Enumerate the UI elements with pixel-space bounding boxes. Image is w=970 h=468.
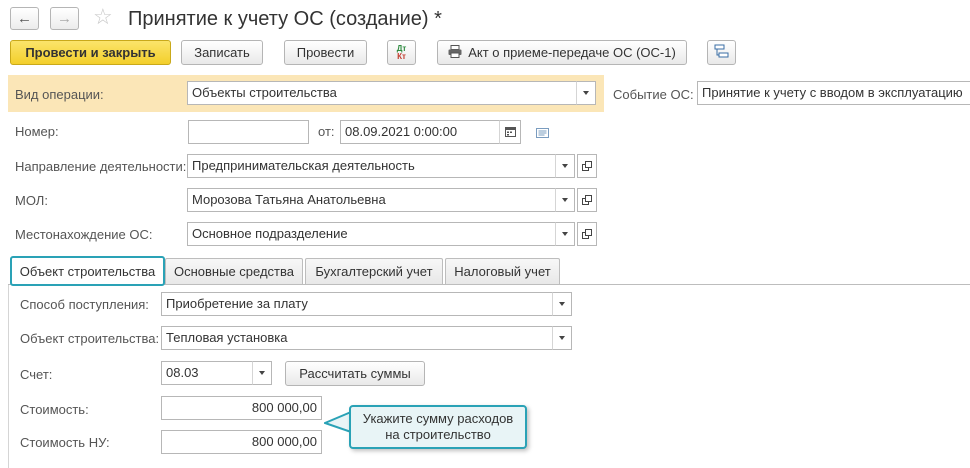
dt-kt-button[interactable]: Дт Кт [387,40,416,65]
cost-label: Стоимость: [20,402,89,417]
tab-construction-object[interactable]: Объект строительства [10,256,165,286]
act-os1-button[interactable]: Акт о приеме-передаче ОС (ОС-1) [437,40,687,65]
chevron-down-icon [259,371,265,375]
hint-line-1: Укажите сумму расходов [362,411,514,426]
location-open-button[interactable] [577,222,597,246]
mol-dropdown-button[interactable] [555,188,575,212]
construction-object-field[interactable]: Тепловая установка [161,326,553,350]
receipt-method-dropdown-button[interactable] [552,292,572,316]
cost-field[interactable]: 800 000,00 [161,396,322,420]
hint-line-2: на строительство [385,427,491,442]
location-dropdown-button[interactable] [555,222,575,246]
chevron-down-icon [562,232,568,236]
comment-icon[interactable] [536,126,549,141]
mol-label: МОЛ: [15,193,48,208]
direction-open-button[interactable] [577,154,597,178]
number-label: Номер: [15,124,59,139]
printer-icon [448,44,462,61]
receipt-method-field[interactable]: Приобретение за плату [161,292,553,316]
open-icon [582,227,592,242]
calendar-icon [504,125,516,140]
mol-field[interactable]: Морозова Татьяна Анатольевна [187,188,556,212]
page-title: Принятие к учету ОС (создание) * [128,8,442,30]
mol-open-button[interactable] [577,188,597,212]
back-button[interactable]: ← [10,7,39,30]
operation-field[interactable]: Объекты строительства [187,81,577,105]
open-icon [582,159,592,174]
chevron-down-icon [583,91,589,95]
account-label: Счет: [20,367,53,382]
direction-dropdown-button[interactable] [555,154,575,178]
save-button[interactable]: Записать [181,40,263,65]
account-field[interactable]: 08.03 [161,361,253,385]
calculate-sums-button[interactable]: Рассчитать суммы [285,361,425,386]
tab-fixed-assets[interactable]: Основные средства [165,258,303,284]
act-os1-label: Акт о приеме-передаче ОС (ОС-1) [468,45,676,60]
dt-kt-icon-bottom: Кт [397,51,406,61]
date-label: от: [318,124,335,139]
hierarchy-icon [714,44,729,61]
arrow-left-icon: ← [17,10,32,27]
location-label: Местонахождение ОС: [15,227,153,242]
calendar-button[interactable] [499,120,521,144]
construction-object-label: Объект строительства: [20,331,160,346]
post-and-close-button[interactable]: Провести и закрыть [10,40,171,65]
construction-object-dropdown-button[interactable] [552,326,572,350]
receipt-method-label: Способ поступления: [20,297,149,312]
post-button[interactable]: Провести [284,40,367,65]
chevron-down-icon [559,336,565,340]
chevron-down-icon [562,198,568,202]
direction-field[interactable]: Предпринимательская деятельность [187,154,556,178]
event-label: Событие ОС: [613,87,694,102]
number-field[interactable] [188,120,309,144]
account-dropdown-button[interactable] [252,361,272,385]
forward-button[interactable]: → [50,7,79,30]
chevron-down-icon [562,164,568,168]
arrow-right-icon: → [57,10,72,27]
date-field[interactable]: 08.09.2021 0:00:00 [340,120,500,144]
structure-button[interactable] [707,40,736,65]
chevron-down-icon [559,302,565,306]
tab-accounting[interactable]: Бухгалтерский учет [305,258,443,284]
open-icon [582,193,592,208]
favorite-star-icon[interactable]: ☆ [93,5,113,29]
cost-nu-field[interactable]: 800 000,00 [161,430,322,454]
tab-tax-accounting[interactable]: Налоговый учет [445,258,560,284]
hint-callout: Укажите сумму расходов на строительство [349,405,527,449]
cost-nu-label: Стоимость НУ: [20,435,110,450]
location-field[interactable]: Основное подразделение [187,222,556,246]
direction-label: Направление деятельности: [15,159,187,174]
operation-dropdown-button[interactable] [576,81,596,105]
operation-label: Вид операции: [15,87,104,102]
event-field[interactable]: Принятие к учету с вводом в эксплуатацию [697,81,970,105]
